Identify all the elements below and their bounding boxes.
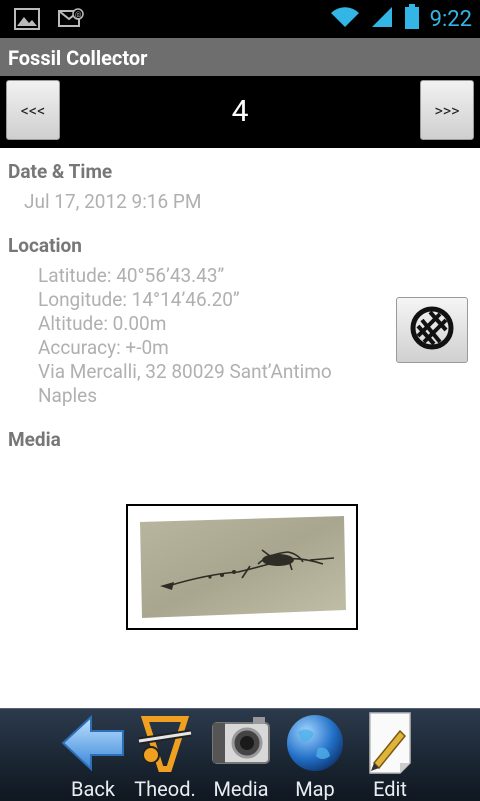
email-notification-icon: @ [58,8,84,34]
svg-text:@: @ [75,11,81,19]
location-heading: Location [8,234,82,257]
date-time-heading: Date & Time [8,160,113,183]
theodolite-tab-label: Theod. [134,777,196,801]
gallery-notification-icon [14,8,40,34]
back-tab-label: Back [71,777,115,801]
theodolite-icon [132,711,198,775]
accuracy-value: Accuracy: +-0m [38,336,169,359]
latitude-value: Latitude: 40°56’43.43’’ [38,264,225,287]
media-tab-button[interactable]: Media [204,709,278,801]
app-title: Fossil Collector [8,46,148,70]
map-tab-label: Map [295,777,335,801]
altitude-value: Altitude: 0.00m [38,312,167,335]
fossil-image [140,516,346,618]
media-tab-label: Media [213,777,269,801]
date-time-value: Jul 17, 2012 9:16 PM [24,190,202,213]
back-tab-button[interactable]: Back [56,709,130,801]
show-on-map-button[interactable] [396,297,468,363]
media-thumbnail[interactable] [126,504,358,630]
bottom-action-bar: Back Theod. Media Map Edit [0,708,480,801]
address-street: Via Mercalli, 32 80029 Sant’Antimo [38,360,332,383]
record-navigation: <<< 4 >>> [0,76,480,148]
globe-grid-icon [410,306,454,354]
status-bar: @ 9:22 [0,0,480,38]
theodolite-tab-button[interactable]: Theod. [128,709,202,801]
edit-tab-label: Edit [373,777,407,801]
signal-icon [370,5,394,33]
map-tab-button[interactable]: Map [278,709,352,801]
record-number: 4 [231,94,249,129]
longitude-value: Longitude: 14°14’46.20’’ [38,288,240,311]
next-record-button[interactable]: >>> [420,80,474,140]
camera-icon [208,711,274,775]
back-arrow-icon [60,711,126,775]
status-time: 9:22 [429,6,472,32]
wifi-icon [330,5,360,33]
media-heading: Media [8,428,61,451]
edit-tab-button[interactable]: Edit [353,709,427,801]
record-details: Date & Time Jul 17, 2012 9:16 PM Locatio… [0,148,480,708]
edit-pencil-icon [357,711,423,775]
globe-icon [282,711,348,775]
app-title-bar: Fossil Collector [0,38,480,77]
address-city: Naples [38,384,98,407]
battery-icon [404,4,420,34]
